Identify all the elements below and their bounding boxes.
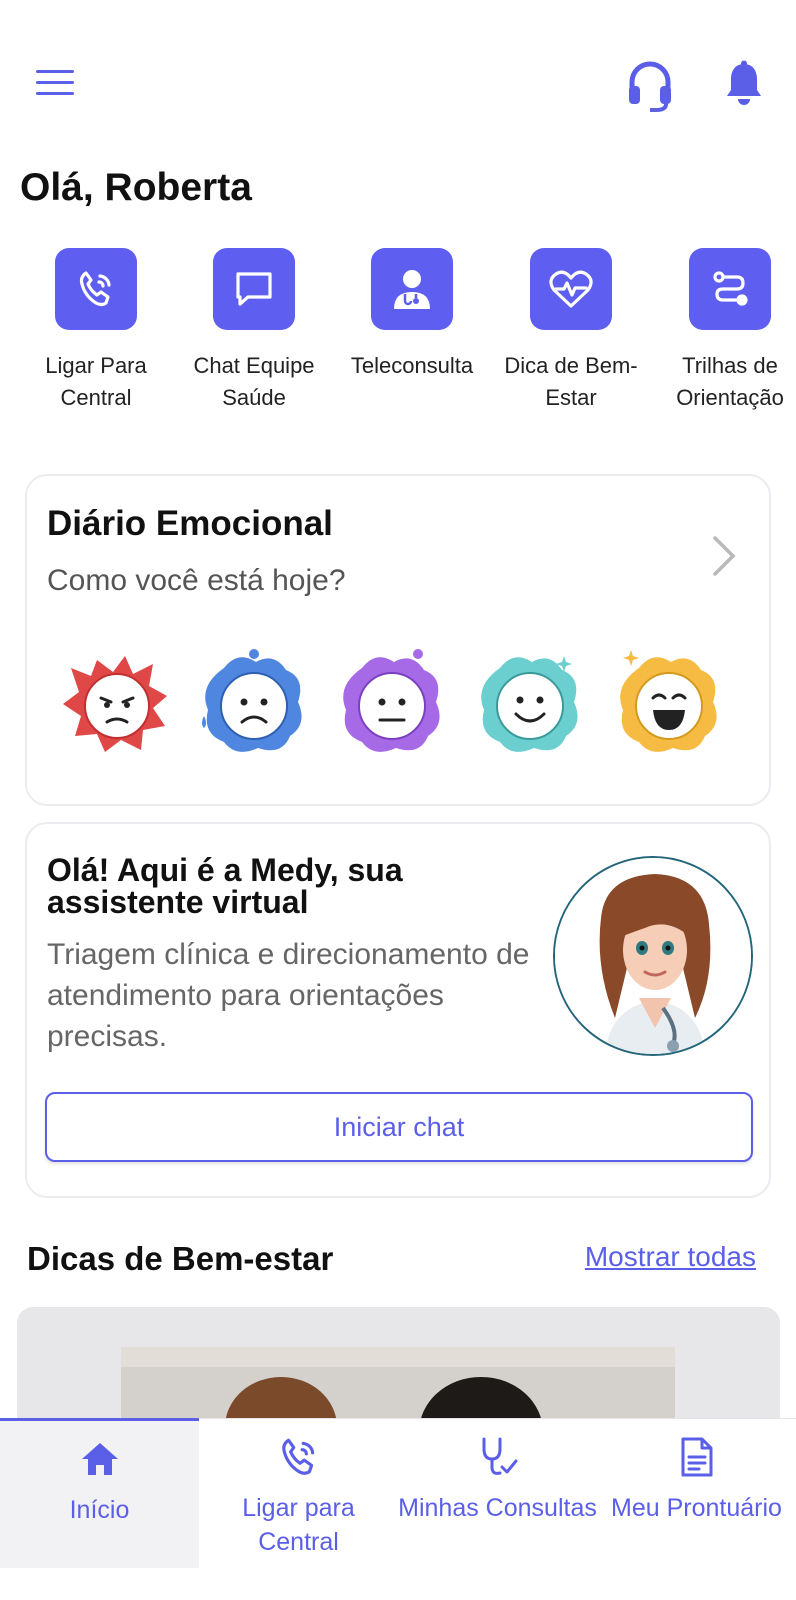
diary-subtitle: Como você está hoje? <box>47 564 346 597</box>
assistant-avatar <box>553 856 753 1056</box>
wellness-tips-title: Dicas de Bem-estar <box>27 1240 334 1277</box>
shortcut-teleconsulta[interactable]: Teleconsulta <box>332 248 492 382</box>
nav-label: Minhas Consultas <box>398 1494 597 1522</box>
mood-selector <box>51 646 751 766</box>
sad-mood-icon[interactable] <box>194 646 314 766</box>
nav-label: Início <box>69 1496 130 1524</box>
phone-call-icon <box>277 1435 321 1479</box>
greeting-title: Olá, Roberta <box>20 166 252 209</box>
shortcut-label: Teleconsulta <box>350 353 474 378</box>
emotional-diary-card[interactable]: Diário Emocional Como você está hoje? <box>25 474 771 806</box>
nav-meu-prontuario[interactable]: Meu Prontuário <box>597 1419 796 1569</box>
happy-mood-icon[interactable] <box>470 646 590 766</box>
heart-pulse-icon <box>530 248 612 330</box>
phone-call-icon <box>55 248 137 330</box>
nav-minhas-consultas[interactable]: Minhas Consultas <box>398 1419 597 1569</box>
shortcut-trilhas[interactable]: Trilhas de Orientação <box>650 248 796 414</box>
shortcut-label: Ligar Para Central <box>45 353 147 410</box>
nav-label: Ligar para Central <box>242 1494 355 1556</box>
nav-inicio[interactable]: Início <box>0 1418 199 1568</box>
very-happy-mood-icon[interactable] <box>609 646 729 766</box>
assistant-title: Olá! Aqui é a Medy, sua assistente virtu… <box>47 852 403 920</box>
wellness-tip-card[interactable] <box>17 1307 780 1427</box>
shortcut-chat-equipe[interactable]: Chat Equipe Saúde <box>174 248 334 414</box>
angry-mood-icon[interactable] <box>57 646 177 766</box>
nav-ligar-central[interactable]: Ligar para Central <box>199 1419 398 1569</box>
headset-icon[interactable] <box>626 60 674 112</box>
assistant-description: Triagem clínica e direcionamento de aten… <box>47 938 530 1053</box>
diary-title: Diário Emocional <box>47 504 333 543</box>
show-all-link[interactable]: Mostrar todas <box>585 1241 756 1273</box>
virtual-assistant-card: Olá! Aqui é a Medy, sua assistente virtu… <box>25 822 771 1198</box>
chevron-right-icon[interactable] <box>709 534 739 578</box>
neutral-mood-icon[interactable] <box>332 646 452 766</box>
bell-icon[interactable] <box>724 60 772 112</box>
shortcut-ligar-central[interactable]: Ligar Para Central <box>16 248 176 414</box>
nav-label: Meu Prontuário <box>611 1494 782 1522</box>
bottom-navigation: Início Ligar para Central Minhas Consult… <box>0 1418 796 1600</box>
chat-bubble-icon <box>213 248 295 330</box>
document-icon <box>675 1435 719 1479</box>
route-icon <box>689 248 771 330</box>
start-chat-button[interactable]: Iniciar chat <box>45 1092 753 1162</box>
top-bar <box>0 0 796 170</box>
wellness-tip-image[interactable] <box>121 1347 675 1427</box>
shortcuts-row: Ligar Para Central Chat Equipe Saúde Tel… <box>0 248 796 428</box>
hamburger-menu-icon[interactable] <box>36 70 76 102</box>
stethoscope-icon <box>476 1435 520 1479</box>
home-icon <box>78 1437 122 1481</box>
shortcut-label: Dica de Bem-Estar <box>504 353 638 410</box>
doctor-icon <box>371 248 453 330</box>
shortcut-label: Trilhas de Orientação <box>676 353 784 410</box>
shortcut-label: Chat Equipe Saúde <box>193 353 315 410</box>
shortcut-dica-bem-estar[interactable]: Dica de Bem-Estar <box>491 248 651 414</box>
